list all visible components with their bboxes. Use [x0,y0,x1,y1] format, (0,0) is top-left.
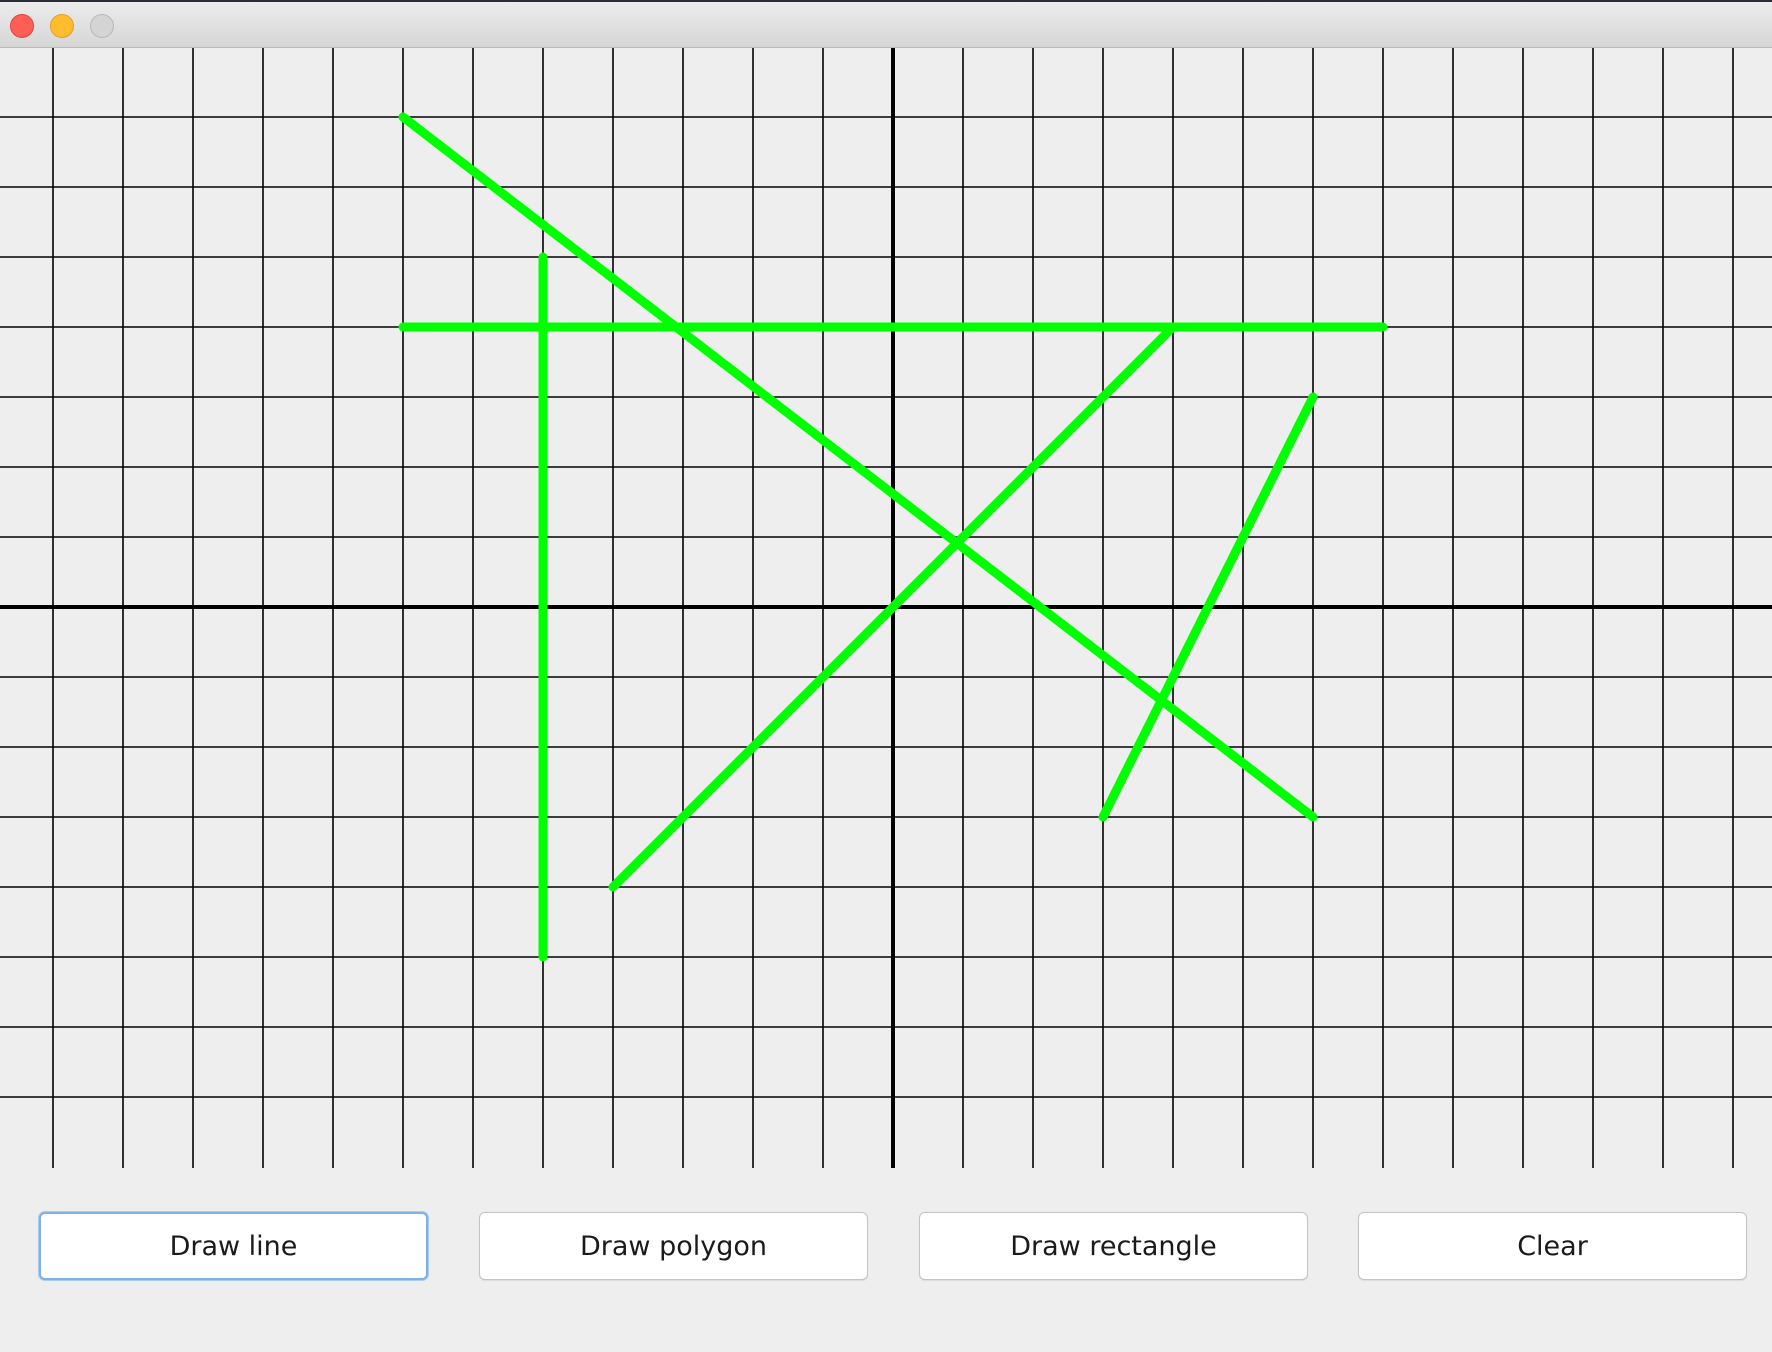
draw-line-button[interactable]: Draw line [39,1212,428,1280]
app-window: Draw line Draw polygon Draw rectangle Cl… [0,0,1772,1352]
minimize-window-icon[interactable] [50,14,74,38]
draw-polygon-button[interactable]: Draw polygon [479,1212,868,1280]
clear-button[interactable]: Clear [1358,1212,1747,1280]
close-window-icon[interactable] [10,14,34,38]
draw-rectangle-button[interactable]: Draw rectangle [919,1212,1308,1280]
title-bar[interactable] [0,0,1772,48]
drawing-canvas[interactable] [0,48,1772,1168]
zoom-window-icon[interactable] [90,14,114,38]
toolbar: Draw line Draw polygon Draw rectangle Cl… [0,1212,1772,1282]
